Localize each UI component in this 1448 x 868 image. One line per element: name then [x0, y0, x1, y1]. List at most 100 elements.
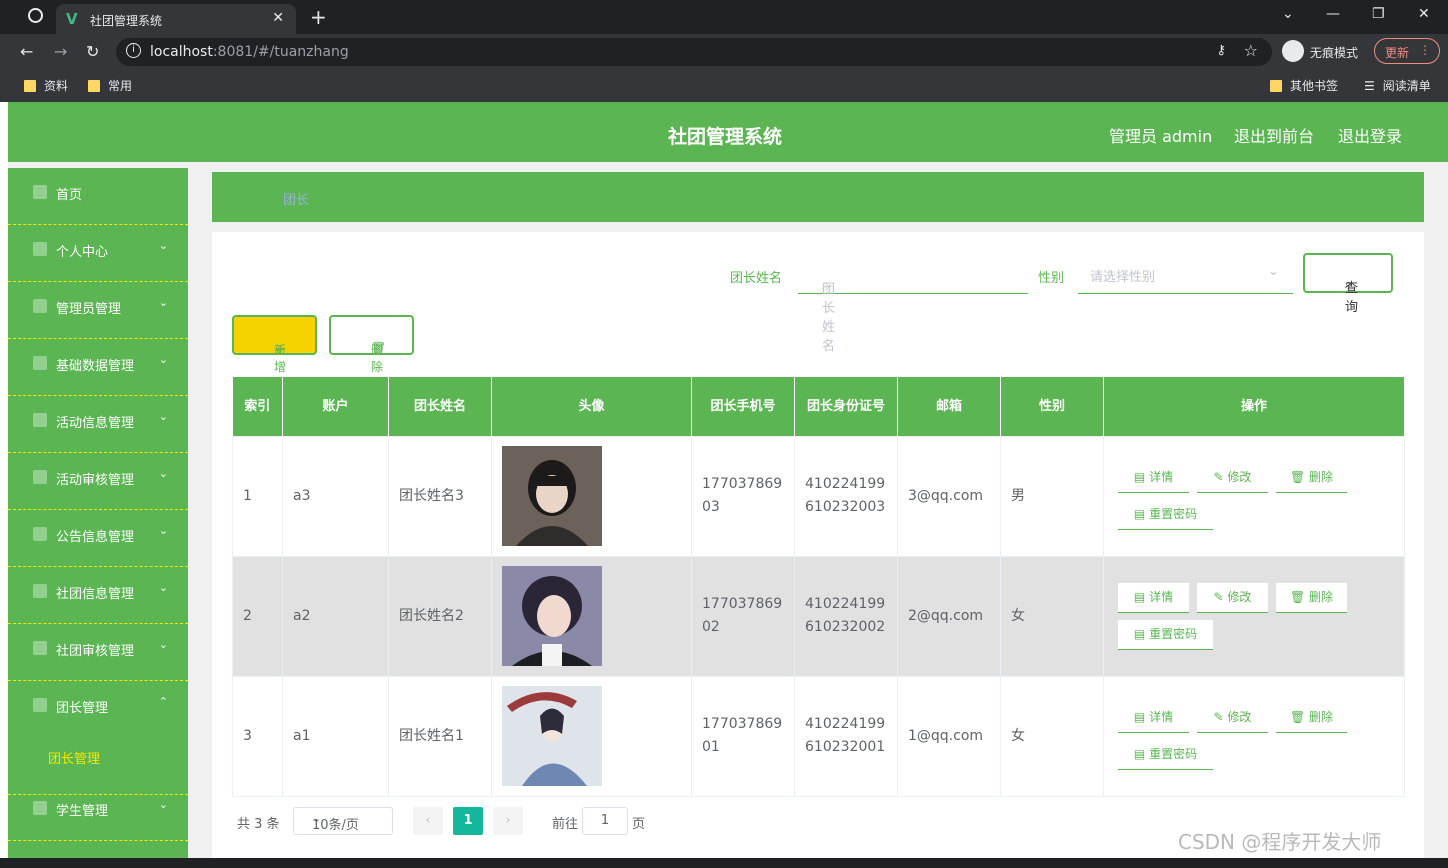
chevron-down-icon: ⌄: [158, 467, 168, 480]
sidebar-item-club-review[interactable]: 社团审核管理 ⌄: [8, 624, 188, 681]
update-button[interactable]: 更新 ⋮: [1374, 38, 1440, 64]
incognito-icon: [1282, 40, 1304, 62]
minimize-icon[interactable]: —: [1326, 6, 1340, 22]
add-button[interactable]: ＋ 新增: [232, 315, 317, 374]
bookmark-changyong[interactable]: 常用: [88, 77, 132, 94]
browser-tab[interactable]: V 社团管理系统 ✕: [56, 4, 296, 34]
prev-page-button[interactable]: ‹: [413, 807, 443, 835]
pencil-icon: ✎: [1213, 709, 1228, 724]
incognito-indicator[interactable]: 无痕模式: [1280, 39, 1366, 65]
avatar[interactable]: [502, 686, 602, 786]
name-search-input[interactable]: ⌕ 团长姓名: [798, 254, 1028, 354]
chevron-down-icon: ⌄: [158, 638, 168, 651]
forward-icon[interactable]: →: [54, 42, 67, 61]
sidebar-item-label: 首页: [56, 188, 83, 203]
edit-button[interactable]: ✎ 修改: [1197, 462, 1268, 493]
table-row: 2 a2 团长姓名2 17703786902 41022419961023200…: [232, 555, 1405, 677]
app-title: 社团管理系统: [668, 126, 783, 148]
reading-list[interactable]: ☰ 阅读清单: [1364, 77, 1431, 94]
logout-link[interactable]: 退出登录: [1338, 123, 1402, 147]
bookmark-ziliao[interactable]: 资料: [24, 77, 68, 94]
column-header[interactable]: 索引: [232, 377, 283, 436]
tab-search-icon[interactable]: ⌄: [1282, 6, 1294, 22]
url-field[interactable]: i localhost:8081/#/tuanzhang ⚷ ☆: [116, 38, 1272, 66]
info-icon[interactable]: i: [126, 43, 141, 58]
folder-icon: [24, 80, 36, 92]
avatar[interactable]: [502, 566, 602, 666]
folder-icon: [88, 80, 100, 92]
sidebar-item-profile[interactable]: 个人中心 ⌄: [8, 225, 188, 282]
new-tab-icon[interactable]: +: [310, 5, 327, 29]
globe-icon: [28, 8, 43, 23]
back-icon[interactable]: ←: [20, 42, 33, 61]
sidebar-item-activity-review[interactable]: 活动审核管理 ⌄: [8, 453, 188, 510]
close-window-icon[interactable]: ✕: [1418, 6, 1430, 22]
column-header[interactable]: 性别: [1000, 377, 1104, 436]
sidebar-item-label: 个人中心: [56, 245, 109, 260]
star-icon[interactable]: ☆: [1244, 41, 1258, 60]
cell-index: 2: [232, 555, 283, 677]
batch-delete-button[interactable]: 🗑 删除: [329, 315, 414, 374]
chevron-down-icon: ⌄: [158, 410, 168, 423]
sidebar-item-notices[interactable]: 公告信息管理 ⌄: [8, 510, 188, 567]
sidebar-subitem-leaders[interactable]: 团长管理: [48, 748, 100, 767]
detail-button[interactable]: ▤ 详情: [1118, 582, 1189, 613]
chevron-down-icon: ⌄: [158, 239, 168, 252]
detail-button[interactable]: ▤ 详情: [1118, 462, 1189, 493]
next-page-button[interactable]: ›: [493, 807, 523, 835]
reload-icon[interactable]: ↻: [86, 42, 99, 61]
goto-page-input[interactable]: 1: [582, 807, 628, 835]
cell-gender: 女: [1000, 555, 1104, 677]
detail-label: 详情: [1149, 709, 1174, 724]
close-tab-icon[interactable]: ✕: [272, 10, 284, 26]
sidebar-item-activities[interactable]: 活动信息管理 ⌄: [8, 396, 188, 453]
cell-idcard: 410224199610232001: [794, 675, 898, 797]
reset-password-button[interactable]: ▤ 重置密码: [1118, 739, 1213, 770]
column-header[interactable]: 头像: [491, 377, 692, 436]
reset-password-button[interactable]: ▤ 重置密码: [1118, 619, 1213, 650]
to-front-link[interactable]: 退出到前台: [1234, 123, 1314, 147]
bookmark-label: 其他书签: [1290, 79, 1339, 93]
sidebar-item-leaders[interactable]: 团长管理 ⌃: [8, 681, 188, 795]
detail-button[interactable]: ▤ 详情: [1118, 702, 1189, 733]
pencil-icon: ✎: [1213, 469, 1228, 484]
reset-password-button[interactable]: ▤ 重置密码: [1118, 499, 1213, 530]
sidebar-item-clubs[interactable]: 社团信息管理 ⌄: [8, 567, 188, 624]
column-header[interactable]: 团长手机号: [691, 377, 795, 436]
sidebar-item-students[interactable]: 学生管理 ⌄: [8, 784, 188, 841]
sidebar-item-admins[interactable]: 管理员管理 ⌄: [8, 282, 188, 339]
edit-button[interactable]: ✎ 修改: [1197, 702, 1268, 733]
bookmark-other[interactable]: 其他书签: [1270, 77, 1338, 94]
column-header[interactable]: 操作: [1103, 377, 1405, 436]
delete-button[interactable]: 🗑 删除: [1276, 702, 1347, 733]
column-header[interactable]: 邮箱: [897, 377, 1001, 436]
edit-button[interactable]: ✎ 修改: [1197, 582, 1268, 613]
column-header[interactable]: 账户: [282, 377, 389, 436]
cell-ops: ▤ 详情 ✎ 修改 🗑 删除 ▤ 重置密码: [1103, 675, 1405, 797]
query-button[interactable]: 查询 ⌕: [1303, 253, 1393, 315]
delete-button[interactable]: 🗑 删除: [1276, 582, 1347, 613]
key-icon[interactable]: ⚷: [1216, 43, 1226, 58]
document-icon: ▤: [1133, 709, 1150, 724]
cell-avatar: [491, 675, 692, 797]
column-header[interactable]: 团长身份证号: [794, 377, 898, 436]
sidebar-item-basedata[interactable]: 基础数据管理 ⌄: [8, 339, 188, 396]
page-size-select[interactable]: 10条/页 ⌄: [293, 807, 393, 835]
restore-icon[interactable]: ❐: [1372, 6, 1385, 22]
update-label: 更新: [1385, 46, 1410, 60]
document-icon: ▤: [1133, 469, 1150, 484]
avatar[interactable]: [502, 446, 602, 546]
cell-ops: ▤ 详情 ✎ 修改 🗑 删除 ▤ 重置密码: [1103, 435, 1405, 557]
app: 社团管理系统 管理员 admin 退出到前台 退出登录 首页 个人中心 ⌄ 管理员…: [8, 102, 1448, 868]
reading-list-icon: ☰: [1364, 79, 1375, 93]
admin-label[interactable]: 管理员 admin: [1109, 123, 1212, 147]
column-header[interactable]: 团长姓名: [388, 377, 492, 436]
table-header-row: 索引 账户 团长姓名 头像 团长手机号 团长身份证号 邮箱 性别 操作: [232, 377, 1405, 436]
page-number-current[interactable]: 1: [453, 807, 483, 835]
document-icon: ▤: [1133, 626, 1150, 641]
sidebar-item-home[interactable]: 首页: [8, 168, 188, 225]
cell-phone: 17703786903: [691, 435, 795, 557]
address-bar: ← → ↻ i localhost:8081/#/tuanzhang ⚷ ☆ 无…: [0, 34, 1448, 70]
delete-button[interactable]: 🗑 删除: [1276, 462, 1347, 493]
gender-select[interactable]: 请选择性别 ⌄: [1078, 254, 1293, 294]
